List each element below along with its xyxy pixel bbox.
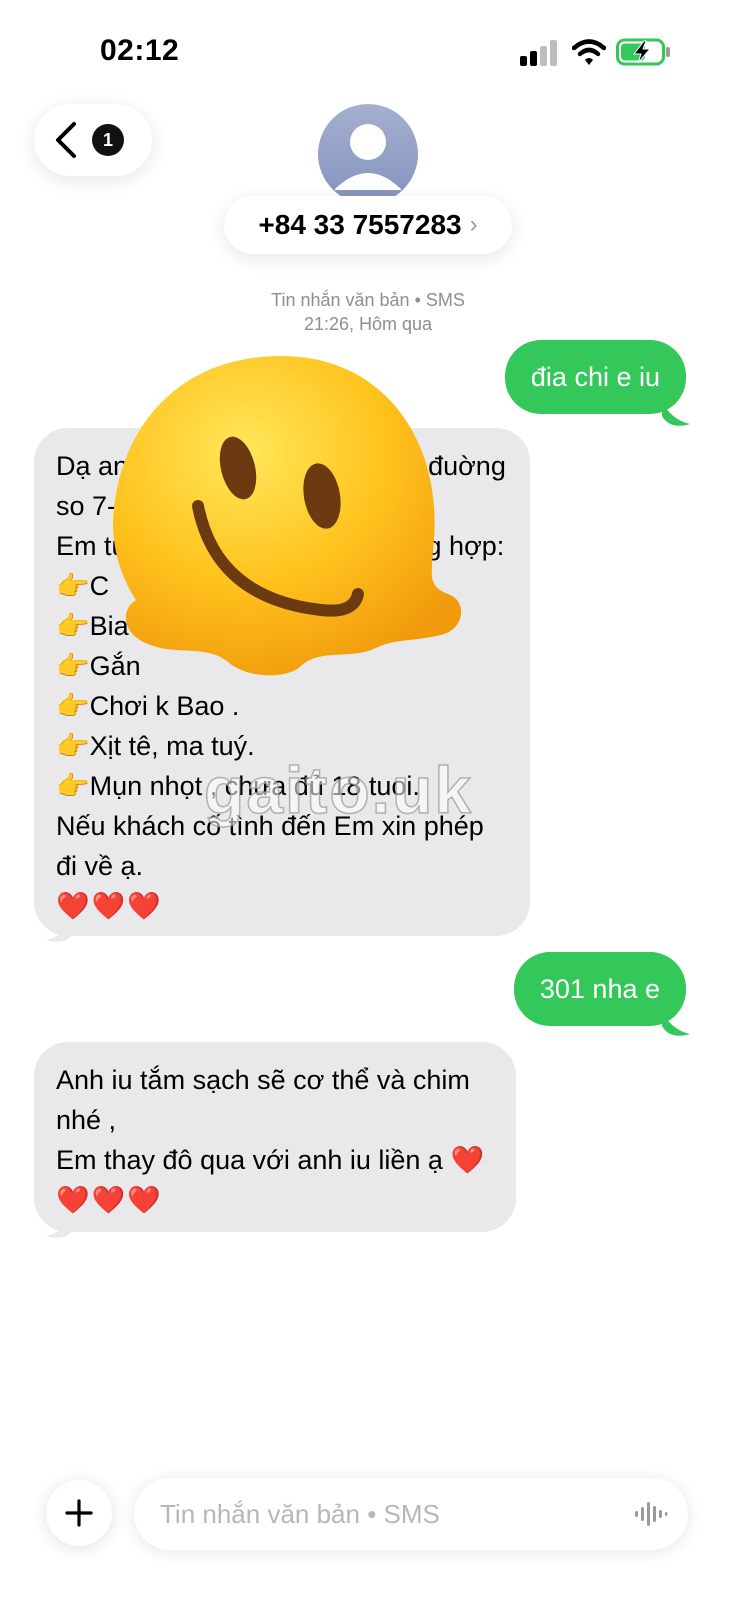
thread-channel-label: Tin nhắn văn bản • SMS [271, 290, 465, 310]
message-input-field[interactable] [134, 1478, 688, 1550]
battery-charging-icon [616, 38, 670, 66]
message-bubble-outgoing[interactable]: 301 nha e [513, 952, 686, 1026]
wifi-icon [572, 39, 606, 65]
voice-waveform-icon[interactable] [634, 1500, 668, 1528]
heart-emojis: ❤️❤️❤️ [56, 891, 163, 921]
contact-name: +84 33 7557283 [258, 209, 462, 240]
thread-timestamp: 21:26, Hôm qua [303, 314, 433, 334]
plus-icon [65, 1499, 93, 1527]
message-text: 301 nha e [539, 974, 660, 1004]
message-line: Anh iu tắm sạch sẽ cơ thể và chim [56, 1065, 470, 1095]
back-button[interactable]: 1 [34, 104, 152, 176]
message-input[interactable] [160, 1498, 610, 1530]
message-text: đia chi e iu [530, 362, 660, 392]
message-bubble-outgoing[interactable]: đia chi e iu [504, 340, 686, 414]
unread-count-badge: 1 [92, 124, 124, 156]
chevron-right-icon: › [469, 211, 478, 238]
watermark-text: gaito.uk [203, 752, 474, 828]
contact-name-button[interactable]: +84 33 7557283 › [224, 196, 512, 254]
contact-avatar[interactable] [318, 104, 418, 204]
message-bubble-incoming[interactable]: Anh iu tắm sạch sẽ cơ thể và chim nhé , … [34, 1042, 516, 1232]
message-line: Em thay đô qua với anh iu liền ạ ❤️ [56, 1145, 485, 1175]
message-line: nhé , [56, 1105, 117, 1135]
heart-emojis: ❤️❤️❤️ [56, 1185, 163, 1215]
add-attachment-button[interactable] [46, 1480, 112, 1546]
cellular-signal-icon [520, 40, 557, 66]
chevron-left-icon [56, 122, 76, 158]
status-time: 02:12 [100, 34, 180, 67]
person-icon [334, 124, 402, 190]
melting-face-icon [112, 356, 462, 676]
message-line: đi về ạ. [56, 851, 144, 881]
